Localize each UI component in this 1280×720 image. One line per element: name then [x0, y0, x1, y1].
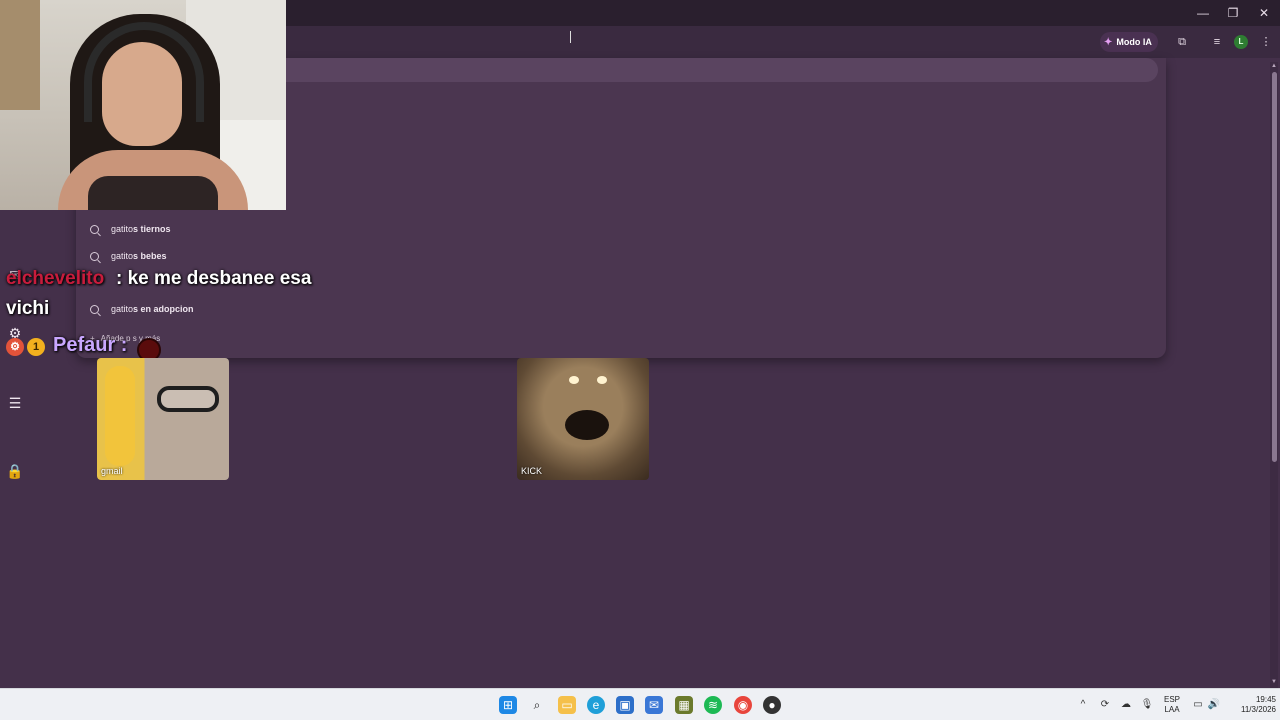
language-indicator[interactable]: ESP LAA — [1160, 695, 1184, 715]
scroll-down-icon[interactable]: ▼ — [1270, 678, 1278, 686]
search-icon — [90, 224, 99, 234]
ai-mode-button[interactable]: ✦ Modo IA — [1100, 32, 1158, 52]
pointing-finger-icon — [105, 366, 135, 466]
obs-icon[interactable]: ● — [763, 696, 781, 714]
reading-list-icon[interactable]: ≡ — [1209, 34, 1225, 50]
chat-message-continuation: vichi — [6, 298, 50, 319]
chat-username: Pefaur : — [53, 334, 128, 356]
search-icon — [90, 304, 99, 314]
profile-avatar[interactable]: L — [1234, 35, 1248, 49]
stack-icon[interactable]: ☰ — [6, 394, 24, 412]
suggestion-text: gatitos en adopcion — [111, 304, 194, 314]
eye-icon — [597, 376, 607, 384]
cam-streamer-top — [88, 176, 218, 210]
moderator-badge-icon: ⚙ — [6, 338, 24, 356]
chat-username: elchevelito — [6, 268, 105, 289]
cam-shelf — [0, 0, 40, 110]
taskbar: ⊞ ⌕ ▭ e ▣ ✉ ▦ ≋ ◉ ● ^ ⟳ ☁ 🎙 ESP LAA ▭ 🔊 … — [0, 688, 1280, 720]
text-cursor-icon — [570, 31, 573, 43]
microphone-icon[interactable]: 🎙 — [1140, 698, 1154, 712]
file-explorer-icon[interactable]: ▭ — [558, 696, 576, 714]
cat-glasses-icon — [157, 386, 219, 412]
clock[interactable]: 19:45 11/3/2026 — [1222, 695, 1276, 715]
eye-icon — [569, 376, 579, 384]
ai-mode-label: Modo IA — [1116, 37, 1152, 47]
clock-time: 19:45 — [1255, 695, 1276, 704]
shortcut-kick[interactable]: KICK — [517, 358, 649, 480]
suggestion-text: gatitos tiernos — [111, 224, 171, 234]
suggestion-text: gatitos bebes — [111, 251, 167, 261]
edge-icon[interactable]: e — [587, 696, 605, 714]
mouth-icon — [565, 410, 609, 440]
volume-icon[interactable]: 🔊 — [1207, 698, 1221, 712]
clock-date: 11/3/2026 — [1241, 705, 1276, 714]
game-app-icon[interactable]: ▦ — [675, 696, 693, 714]
chevron-up-icon[interactable]: ^ — [1076, 698, 1090, 712]
suggestion-item[interactable]: gatitos bebes — [90, 247, 167, 265]
search-icon — [90, 251, 99, 261]
search-icon[interactable]: ⌕ — [528, 696, 546, 714]
cloud-icon[interactable]: ☁ — [1119, 698, 1133, 712]
shortcut-label: KICK — [521, 466, 543, 476]
sync-icon[interactable]: ⟳ — [1098, 698, 1112, 712]
suggestion-item[interactable]: gatitos en adopcion — [90, 300, 194, 318]
lock-icon[interactable]: 🔒 — [6, 462, 24, 480]
shortcut-gmail[interactable]: gmail — [97, 358, 229, 480]
menu-kebab-icon[interactable]: ⋮ — [1258, 34, 1274, 50]
store-icon[interactable]: ▣ — [616, 696, 634, 714]
count-badge: 1 — [27, 338, 45, 356]
extensions-icon[interactable]: ⧉ — [1174, 34, 1190, 50]
restore-button[interactable]: ❐ — [1224, 4, 1242, 22]
suggestion-item[interactable]: gatitos tiernos — [90, 220, 171, 238]
keyboard-layout: LAA — [1164, 705, 1180, 714]
webcam-overlay — [0, 0, 286, 210]
minimize-button[interactable]: — — [1194, 4, 1212, 22]
ai-sparkle-icon: ✦ — [1104, 36, 1113, 48]
chrome-icon[interactable]: ◉ — [734, 696, 752, 714]
chat-message: : ke me desbanee esa — [116, 268, 312, 289]
windows-start-icon[interactable]: ⊞ — [499, 696, 517, 714]
mail-icon[interactable]: ✉ — [645, 696, 663, 714]
shortcut-label: gmail — [101, 466, 123, 476]
scrollbar-thumb[interactable] — [1272, 72, 1277, 462]
language-code: ESP — [1163, 695, 1180, 704]
spotify-icon[interactable]: ≋ — [704, 696, 722, 714]
close-button[interactable]: ✕ — [1255, 4, 1273, 22]
scroll-up-icon[interactable]: ▲ — [1270, 62, 1278, 70]
monitor-icon[interactable]: ▭ — [1191, 698, 1205, 712]
